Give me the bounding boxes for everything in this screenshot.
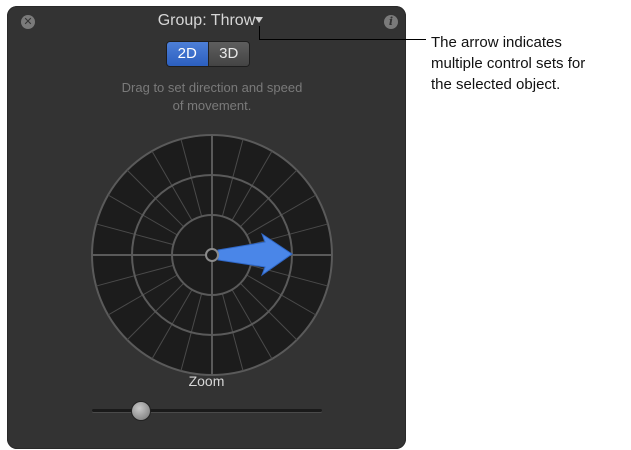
instruction-line-2: of movement. [172,98,252,113]
instruction-text: Drag to set direction and speed of movem… [67,79,357,115]
callout-leader-line [259,39,426,40]
zoom-slider-thumb[interactable] [131,401,152,421]
instruction-line-1: Drag to set direction and speed [121,80,303,95]
callout-annotation: The arrow indicates multiple control set… [431,32,631,95]
dial-center-handle[interactable] [205,248,219,262]
zoom-slider-track[interactable] [92,409,322,412]
callout-line-3: the selected object. [431,76,561,93]
info-icon[interactable]: i [384,15,398,29]
disclosure-triangle-icon[interactable] [255,17,263,23]
throw-hud-window: ✕ Group: Throw i 2D 3D Drag to set direc… [7,6,406,449]
mode-2d-button[interactable]: 2D [167,42,208,66]
hud-title: Group: Throw [157,12,256,29]
callout-leader-vertical [259,26,260,40]
zoom-label: Zoom [188,373,225,389]
mode-3d-button[interactable]: 3D [207,42,249,66]
callout-line-2: multiple control sets for [431,55,586,72]
dimension-segmented-control: 2D 3D [166,41,250,67]
direction-speed-dial[interactable] [90,133,334,377]
callout-line-1: The arrow indicates [431,34,562,51]
